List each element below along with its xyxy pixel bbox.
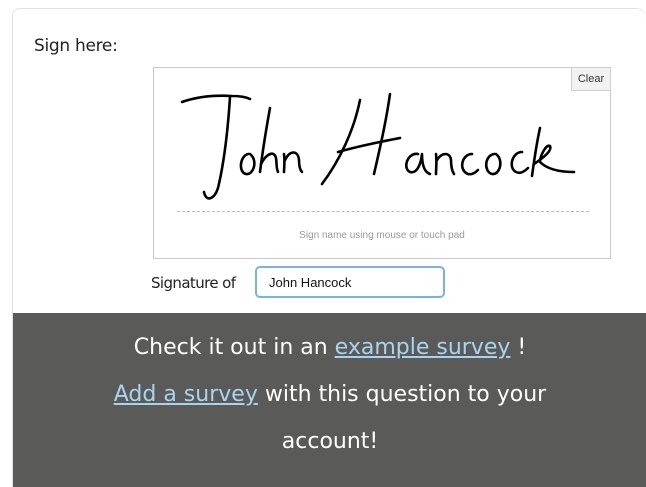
promo-line-3: account! (281, 429, 379, 454)
signature-pad[interactable]: Clear Sign name using mouse or touch pad (153, 67, 611, 259)
promo-line-1-prefix: Check it out in an (133, 335, 335, 360)
clear-button[interactable]: Clear (571, 67, 611, 91)
question-card: Sign here: Clear Sign name using mouse o… (12, 8, 646, 487)
signature-hint: Sign name using mouse or touch pad (299, 230, 465, 241)
promo-line-1: Check it out in an example survey ! (13, 335, 646, 360)
add-survey-link[interactable]: Add a survey (114, 382, 258, 407)
promo-line-1-suffix: ! (510, 335, 527, 360)
signature-of-label: Signature of (151, 274, 236, 292)
promo-banner: Check it out in an example survey ! Add … (13, 313, 646, 487)
signature-of-input[interactable] (255, 266, 445, 298)
promo-line-2-suffix: with this question to your (257, 382, 547, 407)
signature-baseline (177, 211, 589, 212)
question-label: Sign here: (34, 36, 118, 56)
example-survey-link[interactable]: example survey (335, 335, 511, 360)
promo-line-2: Add a survey with this question to your (13, 382, 646, 407)
